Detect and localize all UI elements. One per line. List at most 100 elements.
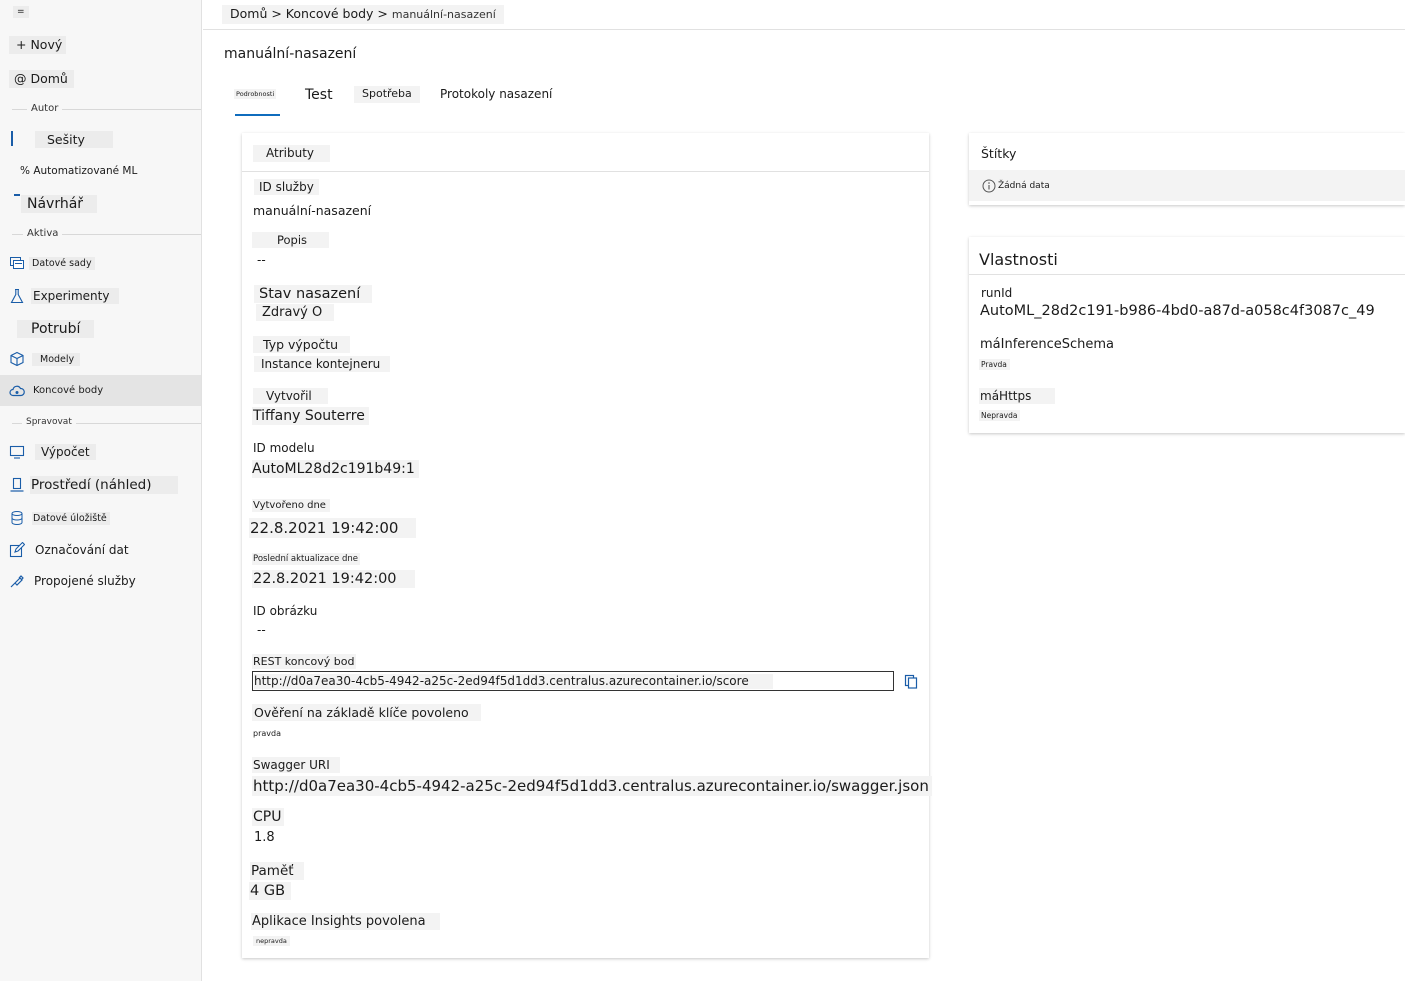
runid-label: runId: [981, 286, 1013, 300]
active-tab-indicator: [235, 114, 280, 116]
nav-labeling[interactable]: Označování dat: [0, 537, 201, 563]
created-by-label: Vytvořil: [253, 388, 328, 404]
created-on-label: Vytvořeno dne: [252, 499, 330, 512]
nav-datastores[interactable]: Datové úložiště: [0, 505, 201, 531]
service-id-label: ID služby: [254, 179, 319, 195]
info-icon: [982, 178, 996, 193]
image-id-value: --: [257, 623, 266, 637]
app-insights-value: nepravda: [253, 936, 290, 946]
nav-endpoints[interactable]: Koncové body: [0, 375, 201, 406]
nav-label-experiments: Experimenty: [31, 288, 120, 304]
breadcrumb-endpoints[interactable]: Koncové body: [286, 6, 374, 21]
cpu-label: CPU: [252, 808, 285, 826]
dataset-icon: [9, 255, 25, 271]
description-label: Popis: [252, 232, 330, 248]
monitor-icon: [9, 444, 25, 460]
attributes-title: Atributy: [253, 145, 330, 162]
nav-label-notebooks: Sešity: [35, 130, 113, 148]
nav-label-designer: Návrhář: [21, 195, 98, 213]
designer-icon: [14, 194, 20, 196]
nav-label-datastores: Datové úložiště: [32, 511, 110, 525]
breadcrumb-home[interactable]: Domů: [230, 6, 267, 21]
nav-label-labeling: Označování dat: [34, 542, 132, 558]
tab-deployment-logs[interactable]: Protokoly nasazení: [436, 86, 557, 102]
nav-linked-services[interactable]: Propojené služby: [0, 568, 201, 594]
properties-header-divider: [969, 274, 1405, 275]
key-auth-label: Ověření na základě klíče povoleno: [252, 704, 481, 721]
nav-datasets[interactable]: Datové sady: [0, 250, 201, 276]
page-title: manuální-nasazení: [224, 46, 357, 62]
nav-home[interactable]: @ Domů: [9, 70, 74, 88]
deployment-state-value: Zdravý O: [256, 304, 335, 321]
nav-label-pipelines: Potrubí: [17, 320, 95, 338]
last-updated-label: Poslední aktualizace dne: [252, 553, 360, 565]
compute-type-label: Typ výpočtu: [253, 336, 351, 353]
nav-label-environments: Prostředí (náhled): [30, 476, 179, 494]
environment-icon: [9, 477, 25, 493]
tags-card: Štítky Žádná data: [969, 133, 1405, 205]
model-id-label: ID modelu: [253, 441, 315, 455]
created-by-value: Tiffany Souterre: [252, 407, 369, 425]
nav-environments[interactable]: Prostředí (náhled): [0, 472, 201, 498]
nav-experiments[interactable]: Experimenty: [0, 283, 201, 309]
breadcrumb-current: manuální-nasazení: [391, 8, 496, 21]
nav-models[interactable]: Modely: [0, 346, 201, 372]
nav-label-compute: Výpočet: [35, 444, 96, 460]
left-nav: = + Nový @ Domů Autor Sešity % Automatiz…: [0, 0, 202, 981]
linked-service-icon: [9, 573, 25, 589]
header-divider: [203, 29, 1405, 30]
attributes-card: [242, 133, 929, 958]
nav-label-endpoints: Koncové body: [32, 384, 108, 397]
nav-compute[interactable]: Výpočet: [0, 439, 201, 465]
tags-title: Štítky: [981, 146, 1017, 161]
nav-automl[interactable]: % Automatizované ML: [0, 158, 201, 184]
properties-title: Vlastnosti: [979, 250, 1058, 269]
new-button[interactable]: + Nový: [9, 36, 67, 54]
breadcrumb: Domů > Koncové body > manuální-nasazení: [222, 5, 504, 24]
model-id-value: AutoML28d2c191b49:1: [252, 460, 419, 478]
rest-endpoint-value: http://d0a7ea30-4cb5-4942-a25c-2ed94f5d1…: [254, 674, 773, 689]
cpu-value: 1.8: [254, 830, 275, 845]
notebook-icon: [11, 131, 13, 146]
database-icon: [9, 510, 25, 526]
created-on-value: 22.8.2021 19:42:00: [249, 518, 417, 538]
memory-value: 4 GB: [249, 882, 292, 900]
nav-designer[interactable]: Návrhář: [0, 191, 201, 217]
description-value: --: [257, 253, 266, 267]
compute-type-value: Instance kontejneru: [254, 356, 391, 372]
breadcrumb-separator: >: [373, 6, 392, 21]
key-auth-value: pravda: [253, 729, 281, 738]
cube-icon: [9, 351, 25, 367]
hamburger-menu-icon[interactable]: =: [13, 6, 29, 18]
swagger-uri-label: Swagger URI: [252, 757, 340, 773]
has-https-label: máHttps: [979, 388, 1056, 404]
rest-endpoint-label: REST koncový bod: [252, 654, 357, 669]
tab-test[interactable]: Test: [301, 86, 337, 104]
app-insights-label: Aplikace Insights povolena: [251, 913, 440, 930]
breadcrumb-separator: >: [267, 6, 286, 21]
nav-notebooks[interactable]: Sešity: [0, 126, 201, 152]
attributes-header-divider: [242, 171, 929, 172]
nav-label-automl: % Automatizované ML: [15, 164, 139, 178]
tags-empty-text: Žádná data: [998, 181, 1050, 191]
swagger-uri-value: http://d0a7ea30-4cb5-4942-a25c-2ed94f5d1…: [252, 776, 932, 796]
has-inference-schema-value: Pravda: [979, 359, 1010, 370]
memory-label: Paměť: [250, 862, 304, 880]
deployment-state-label: Stav nasazení: [254, 285, 373, 303]
tab-details[interactable]: Podrobnosti: [234, 89, 277, 99]
nav-label-datasets: Datové sady: [29, 256, 95, 270]
section-label-manage: Spravovat: [22, 417, 76, 427]
rest-endpoint-field[interactable]: http://d0a7ea30-4cb5-4942-a25c-2ed94f5d1…: [252, 671, 894, 691]
copy-icon[interactable]: [903, 673, 919, 689]
tab-consume[interactable]: Spotřeba: [354, 86, 420, 103]
cloud-endpoint-icon: [9, 383, 25, 399]
section-label-author: Autor: [27, 103, 63, 114]
has-inference-schema-label: máInferenceSchema: [980, 337, 1114, 352]
image-id-label: ID obrázku: [253, 604, 318, 618]
nav-pipelines[interactable]: Potrubí: [0, 316, 201, 342]
service-id-value: manuální-nasazení: [253, 203, 372, 218]
last-updated-value: 22.8.2021 19:42:00: [252, 570, 415, 588]
flask-icon: [9, 288, 25, 304]
tags-empty-state: Žádná data: [969, 170, 1405, 201]
section-label-assets: Aktiva: [23, 228, 63, 239]
